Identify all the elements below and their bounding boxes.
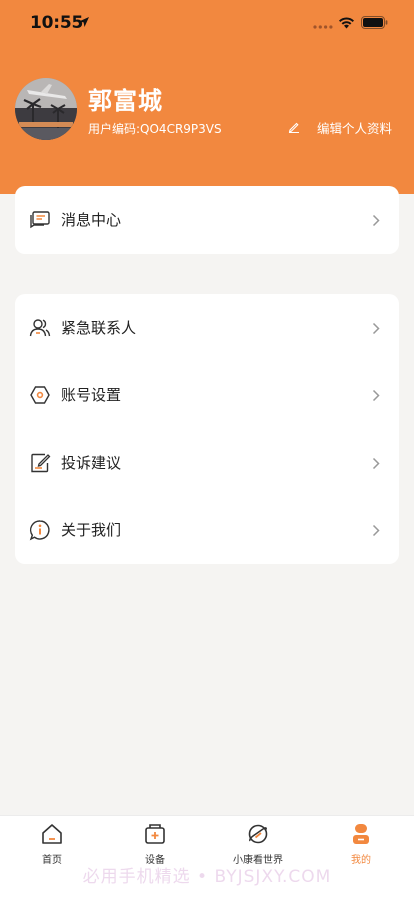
menu-item-label: 紧急联系人: [61, 319, 137, 337]
status-time: 10:55: [30, 13, 84, 33]
avatar[interactable]: [15, 78, 77, 140]
planet-icon: [248, 824, 268, 844]
menu-item-label: 投诉建议: [61, 454, 122, 472]
battery-icon: [361, 16, 388, 29]
avatar-photo-icon: [15, 78, 77, 140]
edit-profile-button[interactable]: 编辑个人资料: [288, 118, 392, 136]
chevron-right-icon: [372, 389, 380, 402]
message-icon: [30, 211, 50, 229]
pencil-icon: [288, 122, 299, 133]
menu-item-label: 账号设置: [61, 386, 122, 404]
menu-item-label: 关于我们: [61, 521, 122, 539]
message-card: 消息中心: [15, 186, 399, 254]
chevron-right-icon: [372, 214, 380, 227]
profile-header: 10:55 郭富城 用户编码:QO4CR9P3VS 编辑个人资料: [0, 0, 414, 194]
chevron-right-icon: [372, 457, 380, 470]
settings-icon: [30, 386, 50, 404]
chevron-right-icon: [372, 322, 380, 335]
watermark: 必用手机精选 • BYJSJXY.COM: [82, 867, 332, 887]
settings-card: 紧急联系人 账号设置 投诉建议 关于我们: [15, 294, 399, 564]
user-name: 郭富城: [88, 87, 163, 115]
home-icon: [42, 824, 62, 844]
menu-item-messages[interactable]: 消息中心: [15, 186, 399, 254]
wifi-icon: [339, 17, 354, 29]
user-code: 用户编码:QO4CR9P3VS: [88, 122, 222, 136]
menu-item-emergency-contacts[interactable]: 紧急联系人: [15, 294, 399, 362]
feedback-icon: [31, 453, 51, 473]
contacts-icon: [29, 319, 51, 337]
signal-dots-icon: [313, 25, 333, 29]
menu-item-about-us[interactable]: 关于我们: [15, 496, 399, 564]
device-icon: [145, 824, 165, 844]
info-icon: [29, 520, 50, 541]
menu-item-feedback[interactable]: 投诉建议: [15, 429, 399, 497]
menu-item-label: 消息中心: [61, 211, 122, 229]
profile-icon: [353, 824, 369, 844]
menu-item-account-settings[interactable]: 账号设置: [15, 361, 399, 429]
edit-profile-label: 编辑个人资料: [317, 120, 393, 136]
location-arrow-icon: [79, 17, 89, 27]
chevron-right-icon: [372, 524, 380, 537]
status-bar: 10:55: [0, 0, 414, 48]
